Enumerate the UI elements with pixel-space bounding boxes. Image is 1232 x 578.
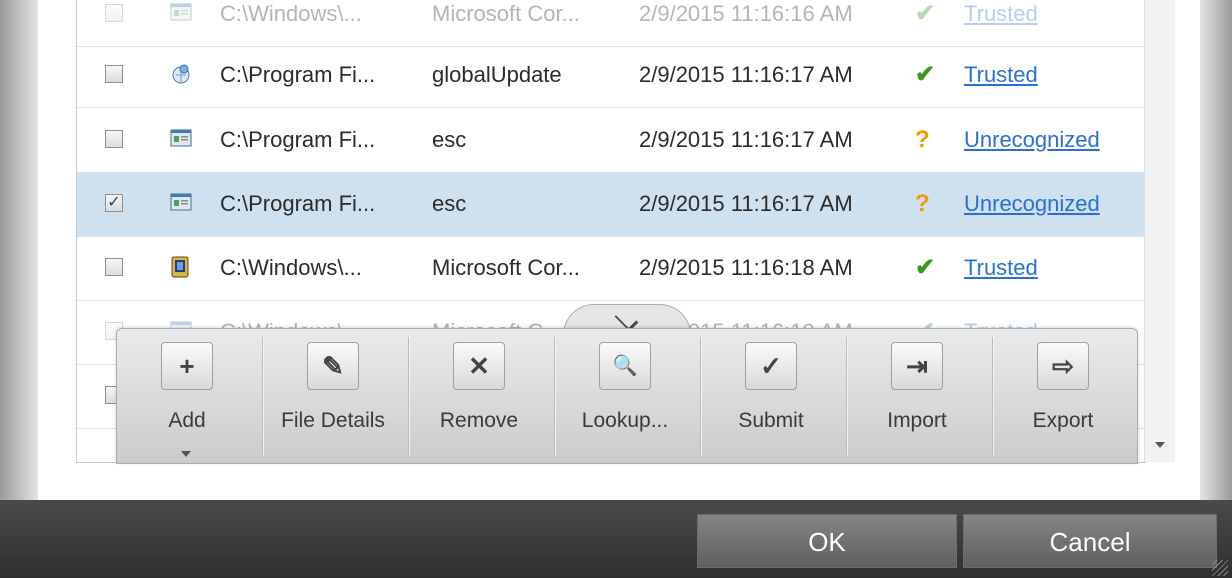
trusted-check-icon: ✔ xyxy=(915,254,936,281)
date-added: 2/9/2015 11:16:17 AM xyxy=(639,127,853,152)
toolbar-button-label: Add xyxy=(168,409,206,432)
file-path: C:\Program Fi... xyxy=(220,127,376,152)
resize-grip[interactable] xyxy=(1212,560,1228,576)
company-name: globalUpdate xyxy=(432,62,562,87)
toolbar-button-label: Submit xyxy=(738,409,804,432)
rating-link[interactable]: Trusted xyxy=(964,236,1038,300)
plus-icon: + xyxy=(161,342,213,390)
exe-window-icon xyxy=(170,192,192,212)
ok-button[interactable]: OK xyxy=(697,514,957,568)
submit-button[interactable]: ✓ Submit xyxy=(701,329,847,463)
toolbar-button-label: Remove xyxy=(439,409,519,432)
exe-window-icon xyxy=(170,2,192,22)
close-icon: ✕ xyxy=(453,342,505,390)
date-added: 2/9/2015 11:16:18 AM xyxy=(639,255,853,280)
table-row[interactable]: C:\Windows\... Microsoft Cor... 2/9/2015 1… xyxy=(77,0,1145,47)
file-details-button[interactable]: ✎ File Details xyxy=(263,329,409,463)
exe-window-icon xyxy=(170,128,192,148)
import-icon: ⇥ xyxy=(891,342,943,390)
file-path: C:\Program Fi... xyxy=(220,191,376,216)
table-row[interactable]: C:\Program Fi... globalUpdate 2/9/2015 11:… xyxy=(77,43,1145,108)
date-added: 2/9/2015 11:16:16 AM xyxy=(639,1,853,26)
row-checkbox[interactable] xyxy=(105,130,123,148)
dropdown-arrow-icon[interactable] xyxy=(181,451,191,457)
company-name: Microsoft Cor... xyxy=(432,1,580,26)
window-frame-right xyxy=(1200,0,1232,500)
toolbar-button-label: File Details xyxy=(281,409,385,432)
toolbar-separator xyxy=(700,337,701,455)
row-checkbox[interactable] xyxy=(105,258,123,276)
system-file-icon xyxy=(170,256,192,278)
company-name: Microsoft Cor... xyxy=(432,255,580,280)
unrecognized-question-icon: ? xyxy=(915,190,930,217)
window-frame-left xyxy=(0,0,38,500)
vertical-scrollbar[interactable] xyxy=(1144,0,1175,462)
pen-icon: ✎ xyxy=(307,342,359,390)
toolbar-separator xyxy=(992,337,993,455)
trusted-check-icon: ✔ xyxy=(915,0,936,27)
row-checkbox[interactable]: ✓ xyxy=(105,194,123,212)
scroll-down-arrow-icon[interactable] xyxy=(1155,442,1165,448)
export-button[interactable]: ⇨ Export xyxy=(993,329,1139,463)
remove-button[interactable]: ✕ Remove xyxy=(409,329,555,463)
checkmark-icon: ✓ xyxy=(745,342,797,390)
toolbar-button-label: Import xyxy=(887,409,947,432)
unrecognized-question-icon: ? xyxy=(915,126,930,153)
rating-link[interactable]: Trusted xyxy=(964,43,1038,107)
toolbar-separator xyxy=(554,337,555,455)
company-name: esc xyxy=(432,127,467,152)
file-path: C:\Windows\... xyxy=(220,1,362,26)
lookup-button[interactable]: 🔍 Lookup... xyxy=(555,329,701,463)
rating-link[interactable]: Unrecognized xyxy=(964,172,1100,236)
company-name: esc xyxy=(432,191,467,216)
search-icon: 🔍 xyxy=(599,342,651,390)
toolbar-separator xyxy=(262,337,263,455)
file-path: C:\Program Fi... xyxy=(220,62,376,87)
toolbar-separator xyxy=(408,337,409,455)
add-button[interactable]: + Add xyxy=(117,329,263,463)
rating-link[interactable]: Trusted xyxy=(964,0,1038,46)
table-row[interactable]: C:\Program Fi... esc 2/9/2015 11:16:17 AM?… xyxy=(77,108,1145,173)
file-path: C:\Windows\... xyxy=(220,255,362,280)
export-icon: ⇨ xyxy=(1037,342,1089,390)
import-button[interactable]: ⇥ Import xyxy=(847,329,993,463)
globe-update-icon xyxy=(170,63,192,84)
action-toolbar: + Add ✎ File Details ✕ Remove 🔍 Lookup... ✓ Submi… xyxy=(116,328,1138,464)
table-row[interactable]: C:\Windows\... Microsoft Cor... 2/9/2015 1… xyxy=(77,236,1145,301)
table-row[interactable]: ✓ C:\Program Fi... esc 2/9/2015 11:16:17 AM… xyxy=(77,172,1145,237)
trusted-check-icon: ✔ xyxy=(915,61,936,88)
row-checkbox[interactable] xyxy=(105,4,123,22)
toolbar-button-label: Export xyxy=(1032,409,1094,432)
row-checkbox[interactable] xyxy=(105,65,123,83)
cancel-button[interactable]: Cancel xyxy=(963,514,1217,568)
date-added: 2/9/2015 11:16:17 AM xyxy=(639,62,853,87)
toolbar-separator xyxy=(846,337,847,455)
toolbar-button-label: Lookup... xyxy=(581,409,669,432)
rating-link[interactable]: Unrecognized xyxy=(964,108,1100,172)
date-added: 2/9/2015 11:16:17 AM xyxy=(639,191,853,216)
